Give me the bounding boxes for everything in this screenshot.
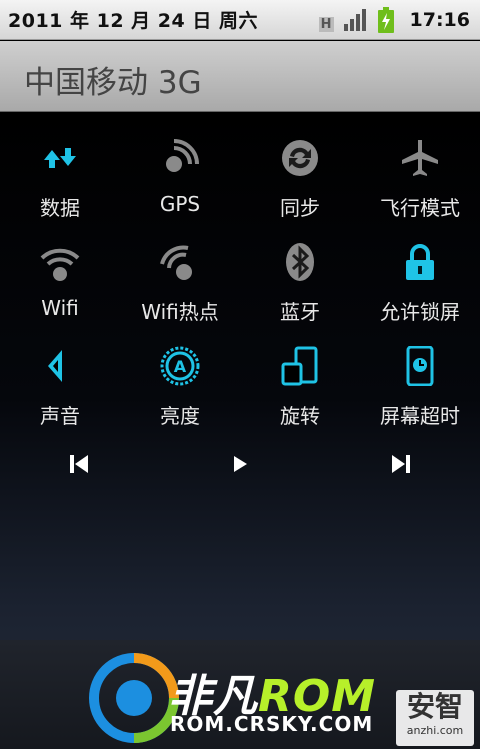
speaker-icon xyxy=(48,350,62,382)
toggle-rotate[interactable]: 旋转 xyxy=(240,340,360,444)
toggle-gps[interactable]: GPS xyxy=(120,132,240,236)
toggle-grid: 数据 GPS 同步 飞行模式 Wifi Wifi热点 蓝牙 允许锁屏 声音 A … xyxy=(0,132,480,444)
lock-icon xyxy=(406,244,434,280)
status-date: 2011 年 12 月 24 日 周六 xyxy=(8,10,258,32)
toggle-sync[interactable]: 同步 xyxy=(240,132,360,236)
toggle-label: Wifi热点 xyxy=(141,300,219,324)
toggle-label: Wifi xyxy=(41,296,79,320)
toggle-label: 飞行模式 xyxy=(380,196,460,220)
bluetooth-icon xyxy=(286,243,314,281)
status-bar: 2011 年 12 月 24 日 周六 H 17:16 xyxy=(0,0,480,40)
toggle-label: GPS xyxy=(159,192,201,216)
toggle-wifi-hotspot[interactable]: Wifi热点 xyxy=(120,236,240,340)
sync-icon xyxy=(282,140,318,176)
data-arrows-icon xyxy=(44,148,76,168)
rotate-screen-icon xyxy=(281,346,318,386)
wifi-icon xyxy=(40,248,80,281)
toggle-label: 数据 xyxy=(40,196,80,220)
play-icon[interactable] xyxy=(228,452,252,476)
toggle-lock[interactable]: 允许锁屏 xyxy=(360,236,480,340)
crsky-logo-icon xyxy=(89,653,179,743)
gps-satellite-icon xyxy=(166,139,199,172)
carrier-name: 中国移动 3G xyxy=(24,65,202,101)
toggle-label: 亮度 xyxy=(160,404,200,428)
status-time: 17:16 xyxy=(409,9,470,31)
toggle-bluetooth[interactable]: 蓝牙 xyxy=(240,236,360,340)
battery-charging-icon xyxy=(377,7,394,33)
status-icons: H 17:16 xyxy=(318,0,470,40)
toggle-data[interactable]: 数据 xyxy=(0,132,120,236)
toggle-brightness[interactable]: A 亮度 xyxy=(120,340,240,444)
toggle-screen-timeout[interactable]: 屏幕超时 xyxy=(360,340,480,444)
next-icon[interactable] xyxy=(388,452,412,476)
screen-timeout-icon xyxy=(406,346,434,386)
signal-bars-icon xyxy=(343,9,366,31)
airplane-icon xyxy=(402,140,438,176)
carrier-bar: 中国移动 3G xyxy=(0,41,480,112)
toggle-airplane[interactable]: 飞行模式 xyxy=(360,132,480,236)
toggle-sound[interactable]: 声音 xyxy=(0,340,120,444)
brightness-auto-icon: A xyxy=(160,346,200,386)
watermark-sub: anzhi.com xyxy=(406,724,464,737)
network-h-icon: H xyxy=(318,16,334,32)
footer-watermark: 非凡ROM ROM.CRSKY.COM 安智 anzhi.com xyxy=(0,640,480,749)
toggle-label: 屏幕超时 xyxy=(380,404,460,428)
brand-url: ROM.CRSKY.COM xyxy=(170,712,374,736)
anzhi-watermark: 安智 anzhi.com xyxy=(396,690,474,746)
toggle-label: 声音 xyxy=(40,404,80,428)
svg-text:A: A xyxy=(174,357,187,376)
notification-panel: 数据 GPS 同步 飞行模式 Wifi Wifi热点 蓝牙 允许锁屏 声音 A … xyxy=(0,112,480,749)
wifi-hotspot-icon xyxy=(160,245,192,280)
toggle-label: 允许锁屏 xyxy=(380,300,460,324)
toggle-label: 蓝牙 xyxy=(280,300,320,324)
media-controls xyxy=(0,448,480,478)
toggle-wifi[interactable]: Wifi xyxy=(0,236,120,340)
toggle-label: 旋转 xyxy=(280,404,320,428)
previous-icon[interactable] xyxy=(68,452,92,476)
watermark-main: 安智 xyxy=(406,690,463,723)
toggle-label: 同步 xyxy=(280,196,320,220)
